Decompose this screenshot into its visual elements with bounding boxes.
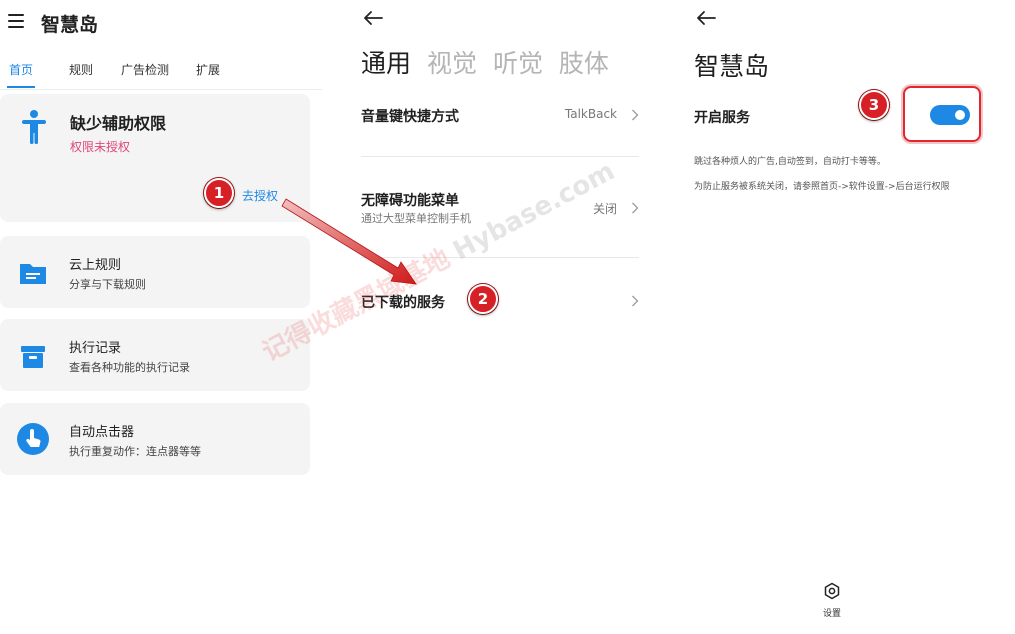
category-tab-vision[interactable]: 视觉 bbox=[427, 49, 477, 78]
category-tabs: 通用 视觉 听觉 肢体 bbox=[361, 44, 617, 80]
service-description: 跳过各种烦人的广告,自动签到，自动打卡等等。 bbox=[694, 157, 886, 167]
step-badge-1: 1 bbox=[204, 178, 234, 208]
home-screen: 智慧岛 首页 规则 广告检测 扩展 缺少辅助权限 权限未授权 去授权 云上规则 … bbox=[0, 0, 322, 634]
tab-home[interactable]: 首页 bbox=[9, 61, 33, 78]
row-value: 关闭 bbox=[592, 202, 617, 216]
service-title: 智慧岛 bbox=[694, 52, 770, 81]
tap-icon bbox=[17, 423, 49, 455]
list-item-auto-clicker[interactable]: 自动点击器 执行重复动作：连点器等等 bbox=[0, 403, 310, 475]
service-detail-screen: 智慧岛 开启服务 跳过各种烦人的广告,自动签到，自动打卡等等。 为防止服务被系统… bbox=[675, 0, 1015, 634]
back-arrow-icon[interactable] bbox=[362, 10, 384, 26]
tab-ad-detect[interactable]: 广告检测 bbox=[121, 61, 169, 78]
divider bbox=[361, 156, 639, 157]
category-tab-hearing[interactable]: 听觉 bbox=[493, 49, 543, 78]
row-title: 无障碍功能菜单 bbox=[361, 193, 459, 209]
category-tab-physical[interactable]: 肢体 bbox=[559, 49, 609, 78]
row-volume-shortcut[interactable]: 音量键快捷方式 TalkBack bbox=[361, 104, 639, 128]
menu-icon[interactable] bbox=[8, 14, 24, 28]
app-title: 智慧岛 bbox=[41, 14, 99, 36]
row-value: TalkBack bbox=[564, 107, 617, 121]
active-tab-indicator bbox=[7, 86, 35, 88]
list-item-title: 自动点击器 bbox=[69, 425, 135, 440]
tab-rules[interactable]: 规则 bbox=[69, 61, 93, 78]
row-downloaded-services[interactable]: 已下载的服务 bbox=[361, 290, 639, 314]
category-tab-general[interactable]: 通用 bbox=[361, 49, 411, 78]
permission-title: 缺少辅助权限 bbox=[70, 114, 167, 133]
list-item-subtitle: 查看各种功能的执行记录 bbox=[69, 361, 190, 374]
divider bbox=[361, 257, 639, 258]
list-item-title: 云上规则 bbox=[69, 258, 122, 273]
list-item-cloud-rules[interactable]: 云上规则 分享与下载规则 bbox=[0, 236, 310, 308]
list-item-subtitle: 分享与下载规则 bbox=[69, 278, 146, 291]
row-subtitle: 通过大型菜单控制手机 bbox=[361, 212, 471, 225]
settings-button[interactable]: 设置 bbox=[817, 582, 847, 619]
app-header: 智慧岛 bbox=[0, 0, 322, 46]
row-accessibility-menu[interactable]: 无障碍功能菜单 通过大型菜单控制手机 关闭 bbox=[361, 190, 639, 226]
enable-service-toggle[interactable] bbox=[930, 105, 970, 125]
step-badge-3: 3 bbox=[859, 90, 889, 120]
gear-icon bbox=[824, 582, 840, 600]
grant-permission-link[interactable]: 去授权 bbox=[242, 187, 278, 204]
row-title: 已下载的服务 bbox=[361, 295, 445, 311]
row-title: 音量键快捷方式 bbox=[361, 109, 459, 125]
list-item-exec-log[interactable]: 执行记录 查看各种功能的执行记录 bbox=[0, 319, 310, 391]
permission-status: 权限未授权 bbox=[70, 140, 131, 154]
list-item-subtitle: 执行重复动作：连点器等等 bbox=[69, 445, 201, 458]
accessibility-icon bbox=[22, 110, 46, 144]
folder-icon bbox=[20, 264, 46, 284]
main-tabs: 首页 规则 广告检测 扩展 bbox=[0, 54, 322, 90]
back-arrow-icon[interactable] bbox=[695, 10, 717, 26]
settings-label: 设置 bbox=[822, 609, 841, 619]
accessibility-settings-screen: 通用 视觉 听觉 肢体 音量键快捷方式 TalkBack 无障碍功能菜单 通过大… bbox=[340, 0, 660, 634]
chevron-right-icon bbox=[632, 109, 639, 121]
tab-extensions[interactable]: 扩展 bbox=[196, 61, 220, 78]
chevron-right-icon bbox=[632, 202, 639, 214]
service-note: 为防止服务被系统关闭，请参照首页->软件设置->后台运行权限 bbox=[694, 182, 950, 192]
chevron-right-icon bbox=[632, 295, 639, 307]
enable-service-label: 开启服务 bbox=[694, 110, 750, 126]
archive-icon bbox=[21, 346, 45, 368]
list-item-title: 执行记录 bbox=[69, 341, 122, 356]
step-badge-2: 2 bbox=[468, 284, 498, 314]
toggle-knob bbox=[955, 110, 965, 120]
